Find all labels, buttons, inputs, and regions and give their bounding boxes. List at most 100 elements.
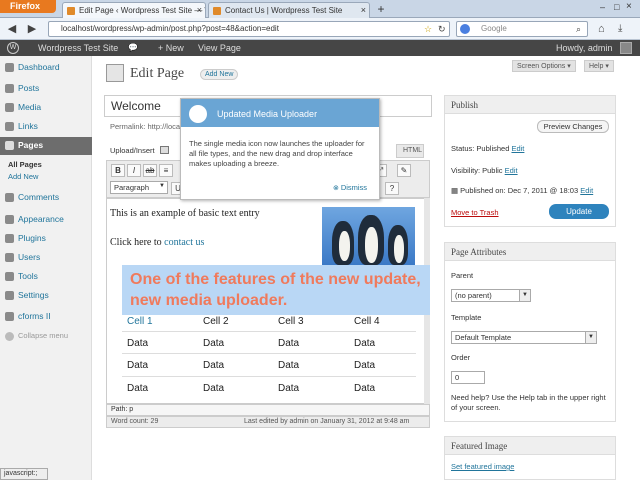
sidebar-item-label: Pages <box>18 140 44 150</box>
collapse-menu-button[interactable]: Collapse menu <box>0 328 92 346</box>
calendar-icon: ▦ <box>451 186 461 195</box>
penguin-image[interactable] <box>322 207 415 265</box>
submenu-all-pages[interactable]: All Pages <box>8 160 42 169</box>
site-name-link[interactable]: Wordpress Test Site <box>38 43 118 53</box>
sidebar-item-media[interactable]: Media <box>0 99 92 117</box>
video-caption-overlay: One of the features of the new update, n… <box>122 265 430 315</box>
preview-changes-button[interactable]: Preview Changes <box>537 120 609 133</box>
bold-icon[interactable]: B <box>111 164 125 177</box>
reload-icon[interactable]: ↻ <box>438 24 446 35</box>
sidebar-item-label: Settings <box>18 290 49 300</box>
table-row-divider <box>122 331 416 332</box>
pointer-flag-icon <box>189 105 207 123</box>
sidebar-item-label: Posts <box>18 83 40 93</box>
dismiss-link[interactable]: ⊗ Dismiss <box>333 183 367 192</box>
sidebar-item-links[interactable]: Links <box>0 118 92 136</box>
forward-icon[interactable]: ▶ <box>24 21 40 37</box>
sidebar-item-pages[interactable]: Pages <box>0 137 92 155</box>
new-tab-button[interactable]: + <box>374 3 388 17</box>
tab-contact-us[interactable]: Contact Us | Wordpress Test Site × <box>208 2 370 18</box>
comments-bubble-icon[interactable]: 💬 <box>128 43 138 52</box>
add-new-page-button[interactable]: Add New <box>200 69 239 80</box>
download-icon[interactable]: ⤓ <box>618 23 622 34</box>
kitchen-sink-icon[interactable]: ✎ <box>397 164 411 177</box>
parent-select-value: (no parent) <box>455 291 492 300</box>
table-row-divider <box>122 376 416 377</box>
parent-select[interactable]: (no parent) ▼ <box>451 289 531 302</box>
pages-icon <box>5 141 14 150</box>
view-page-link[interactable]: View Page <box>198 43 241 53</box>
sidebar-item-label: Links <box>18 121 38 131</box>
close-tab-icon[interactable]: × <box>361 5 366 15</box>
close-tab-icon[interactable]: × <box>197 5 202 15</box>
upload-insert-label: Upload/Insert <box>110 146 155 155</box>
dismiss-label: Dismiss <box>340 183 368 192</box>
sidebar-item-appearance[interactable]: Appearance <box>0 211 92 229</box>
users-icon <box>5 253 14 262</box>
set-featured-image-link[interactable]: Set featured image <box>451 462 514 471</box>
sidebar-item-users[interactable]: Users <box>0 249 92 267</box>
url-text: localhost/wordpress/wp-admin/post.php?po… <box>61 24 279 33</box>
sidebar-item-label: Users <box>18 252 41 262</box>
chevron-down-icon: ▼ <box>159 183 165 189</box>
strikethrough-icon[interactable]: ab <box>143 164 157 177</box>
update-button[interactable]: Update <box>549 204 609 219</box>
close-window-icon[interactable]: × <box>626 1 632 12</box>
back-icon[interactable]: ◀ <box>4 21 20 37</box>
move-to-trash-link[interactable]: Move to Trash <box>451 208 499 217</box>
tab-html[interactable]: HTML <box>396 144 424 158</box>
add-media-icon[interactable] <box>160 146 169 154</box>
featured-image-title: Featured Image <box>445 437 615 455</box>
template-select[interactable]: Default Template ▼ <box>451 331 597 344</box>
table-header-cell: Cell 3 <box>278 316 304 327</box>
tab-edit-page[interactable]: Edit Page ‹ Wordpress Test Site — Wo... … <box>62 2 206 18</box>
edit-date-link[interactable]: Edit <box>580 186 593 195</box>
search-input[interactable]: Google <box>456 21 588 37</box>
table-cell: Data <box>127 338 149 349</box>
sidebar-item-posts[interactable]: Posts <box>0 80 92 98</box>
help-button[interactable]: Help ▾ <box>584 60 614 72</box>
bookmark-star-icon[interactable]: ☆ <box>424 24 432 35</box>
sidebar-item-dashboard[interactable]: Dashboard <box>0 59 92 77</box>
search-icon[interactable]: ⌕ <box>576 24 581 35</box>
template-label: Template <box>451 313 482 322</box>
howdy-user-menu[interactable]: Howdy, admin <box>556 43 612 53</box>
popup-header: Updated Media Uploader <box>181 99 379 127</box>
url-bar[interactable]: localhost/wordpress/wp-admin/post.php?po… <box>48 21 450 37</box>
home-icon[interactable]: ⌂ <box>598 23 605 35</box>
avatar[interactable] <box>620 42 632 54</box>
submenu-add-new[interactable]: Add New <box>8 172 38 181</box>
minimize-icon[interactable]: – <box>600 2 605 12</box>
edit-visibility-link[interactable]: Edit <box>505 166 518 175</box>
order-input[interactable]: 0 <box>451 371 485 384</box>
search-engine-label: Google <box>481 24 507 33</box>
bullet-list-icon[interactable]: ≡ <box>159 164 173 177</box>
sidebar-item-settings[interactable]: Settings <box>0 287 92 305</box>
media-uploader-popup: Updated Media Uploader The single media … <box>180 98 380 200</box>
firefox-menu-button[interactable]: Firefox <box>0 0 56 13</box>
sidebar-item-cforms[interactable]: cforms II <box>0 308 92 326</box>
contact-us-link[interactable]: contact us <box>164 237 204 248</box>
edit-status-link[interactable]: Edit <box>511 144 524 153</box>
format-select[interactable]: Paragraph ▼ <box>110 181 168 194</box>
sidebar-item-comments[interactable]: Comments <box>0 189 92 207</box>
help-circle-icon[interactable]: ? <box>385 182 399 195</box>
sidebar-item-tools[interactable]: Tools <box>0 268 92 286</box>
tab-title: Edit Page ‹ Wordpress Test Site — Wo... <box>79 6 205 15</box>
maximize-icon[interactable]: □ <box>614 2 619 12</box>
penguin-belly <box>339 231 350 261</box>
sidebar-item-plugins[interactable]: Plugins <box>0 230 92 248</box>
parent-label: Parent <box>451 271 474 280</box>
table-cell: Data <box>203 383 225 394</box>
appearance-icon <box>5 215 14 224</box>
wordpress-logo-icon[interactable]: W <box>7 42 19 54</box>
dashboard-icon <box>5 63 14 72</box>
published-on-line: ▦ Published on: Dec 7, 2011 @ 18:03 Edit <box>451 186 593 195</box>
page-title: Edit Page <box>130 66 185 81</box>
published-on-label: Published on: Dec 7, 2011 @ 18:03 <box>460 186 579 195</box>
italic-icon[interactable]: I <box>127 164 141 177</box>
new-content-menu[interactable]: + New <box>158 43 184 53</box>
tools-icon <box>5 272 14 281</box>
screen-options-button[interactable]: Screen Options ▾ <box>512 60 576 72</box>
google-icon[interactable] <box>460 24 470 34</box>
